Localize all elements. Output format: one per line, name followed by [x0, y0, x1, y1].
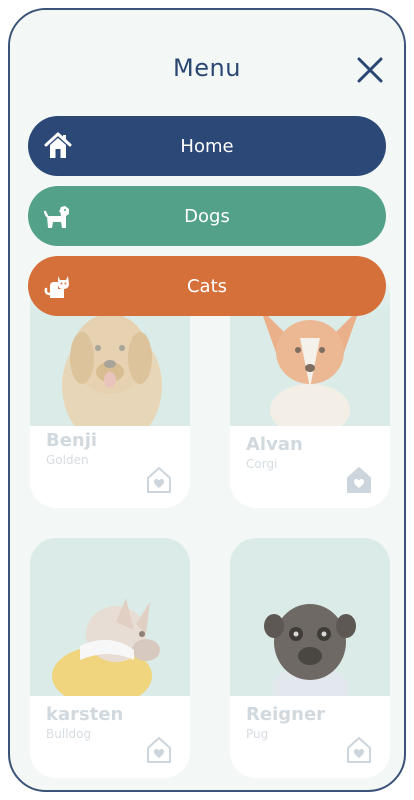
heart-house-icon[interactable]	[146, 736, 172, 764]
pet-breed: Pug	[246, 727, 269, 741]
heart-house-icon[interactable]	[146, 466, 172, 494]
pet-name: Alvan	[246, 434, 303, 455]
menu-item-label: Cats	[186, 275, 228, 297]
pet-name: Reigner	[246, 704, 326, 725]
pet-name: Benji	[46, 430, 98, 451]
pet-name: karsten	[46, 704, 124, 725]
pet-breed: Corgi	[246, 457, 278, 471]
menu-item-dogs[interactable]: Dogs	[28, 186, 386, 246]
home-icon	[44, 132, 72, 158]
menu-overlay: Menu Home Dogs Cats	[10, 10, 404, 316]
pug-image	[264, 604, 356, 710]
pet-card-reigner[interactable]: Reigner Pug	[230, 538, 390, 778]
menu-item-label: Home	[180, 135, 234, 157]
pet-card-karsten[interactable]: karsten Bulldog	[30, 538, 190, 778]
pet-breed: Bulldog	[46, 727, 92, 741]
menu-title: Menu	[173, 54, 241, 82]
menu-item-cats[interactable]: Cats	[28, 256, 386, 316]
dog-icon	[44, 206, 69, 228]
bulldog-image	[52, 598, 160, 706]
pet-photo	[230, 538, 390, 710]
menu-item-label: Dogs	[184, 205, 230, 227]
heart-house-icon[interactable]	[346, 466, 372, 494]
pet-photo	[30, 538, 190, 706]
cat-icon	[44, 276, 69, 298]
close-icon[interactable]	[356, 56, 384, 84]
phone-frame: Benji Golden Alvan Corgi karsten Bulldog…	[8, 8, 406, 792]
pet-breed: Golden	[46, 453, 89, 467]
menu-item-home[interactable]: Home	[28, 116, 386, 176]
heart-house-icon[interactable]	[346, 736, 372, 764]
